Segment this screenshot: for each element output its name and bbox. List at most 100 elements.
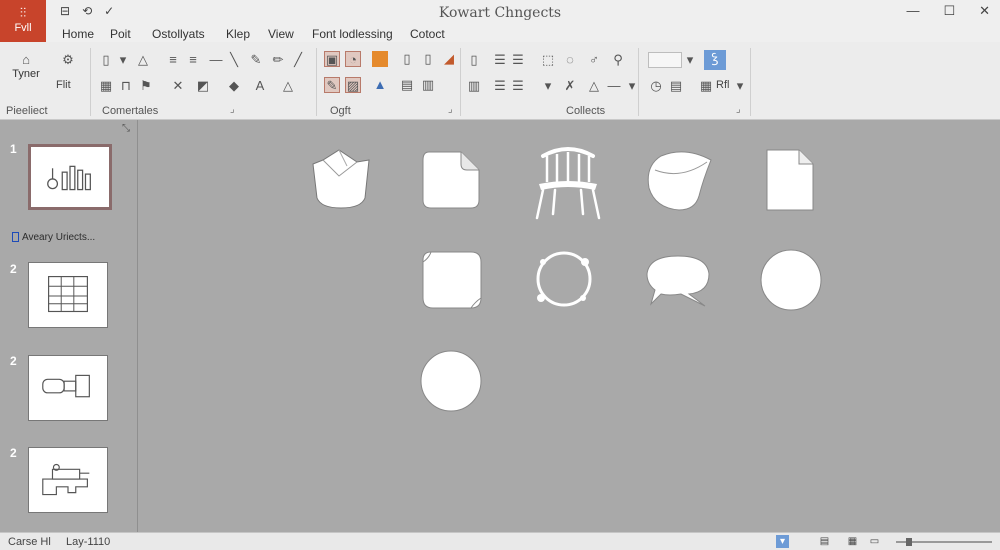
style-dropdown[interactable] [648, 52, 682, 68]
font-color-icon[interactable]: A [252, 78, 268, 94]
triangle-icon[interactable]: △ [135, 52, 151, 68]
align-icon[interactable]: ☰ [492, 78, 508, 94]
zoom-slider-thumb[interactable] [906, 538, 912, 546]
chevron-down-icon[interactable]: ▾ [732, 78, 748, 94]
chair-icon[interactable] [533, 144, 603, 220]
tab-klep[interactable]: Klep [226, 27, 250, 41]
tab-view[interactable]: View [268, 27, 294, 41]
collapse-pane-icon[interactable]: ⤡ [122, 123, 130, 134]
maximize-button[interactable]: ☐ [943, 3, 955, 19]
flag-icon[interactable]: ⚑ [138, 78, 154, 94]
slide-canvas[interactable] [139, 120, 1000, 532]
slide-number: 2 [10, 446, 17, 460]
align-left-icon[interactable]: ≡ [165, 52, 181, 68]
select-icon[interactable]: ⬚ [540, 52, 556, 68]
page-fold-icon[interactable]: ▯ [420, 51, 436, 67]
dialog-launcher-icon[interactable]: ⌟ [230, 104, 235, 115]
bucket-icon[interactable]: △ [586, 78, 602, 94]
file-tab[interactable]: ⫶⫶ Fvll [0, 0, 46, 42]
signature-icon[interactable]: ꝣ [704, 50, 726, 70]
tab-poit[interactable]: Poit [110, 27, 131, 41]
line-weight-icon[interactable]: — [606, 78, 622, 94]
slide-thumbnail-1[interactable] [28, 144, 112, 210]
align-dropdown-icon[interactable]: ▾ [540, 78, 556, 94]
status-bar: Carse Hl Lay-1110 ▾ ▤ ▦ ▭ [0, 532, 1000, 550]
x-icon[interactable]: ✕ [170, 78, 186, 94]
document-icon[interactable]: ▯ [98, 52, 114, 68]
chevron-down-icon[interactable]: ▾ [682, 52, 698, 68]
slide-number: 1 [10, 142, 17, 156]
save-doc-icon[interactable]: ▥ [420, 77, 436, 93]
align-down-icon[interactable]: ☰ [510, 78, 526, 94]
group-label-collects: Collects [566, 105, 606, 117]
notes-icon[interactable]: ▾ [776, 535, 789, 548]
document-stack-icon[interactable]: ▤ [399, 77, 415, 93]
orange-square-icon[interactable] [372, 51, 388, 67]
page-icon[interactable]: ▯ [399, 51, 415, 67]
reading-view-icon[interactable]: ▭ [868, 535, 881, 548]
document-corner-icon[interactable] [421, 150, 481, 210]
hook-icon[interactable]: ♂ [586, 52, 602, 68]
columns-icon[interactable]: ▥ [466, 78, 482, 94]
lines-icon[interactable]: ☰ [492, 52, 508, 68]
ribbon-separator [638, 48, 639, 116]
page-icon[interactable] [765, 148, 815, 212]
picture-icon[interactable]: ▨ [345, 77, 361, 93]
pencil-icon[interactable]: ✏ [270, 52, 286, 68]
tab-font-lodlessing[interactable]: Font lodlessing [312, 27, 393, 41]
mountain-icon[interactable]: ▲ [372, 77, 388, 93]
speech-bubble-icon[interactable] [645, 254, 711, 308]
circle-loop-icon[interactable] [533, 248, 595, 310]
align-right-icon[interactable]: ≡ [185, 52, 201, 68]
flit-label[interactable]: Flit [56, 79, 71, 91]
slide-thumbnail-3[interactable] [28, 355, 108, 421]
rect-icon[interactable]: ▯ [466, 52, 482, 68]
close-button[interactable]: ✕ [979, 3, 990, 19]
slide-sorter-icon[interactable]: ▦ [846, 535, 859, 548]
shapes-icon[interactable]: ◔ [345, 51, 361, 67]
slide-thumbnail-2[interactable] [28, 262, 108, 328]
group-label-comertales: Comertales [102, 105, 159, 117]
grid-icon[interactable]: ▦ [98, 78, 114, 94]
adjust-label[interactable]: Rfl [716, 79, 729, 91]
tab-home[interactable]: Home [62, 27, 94, 41]
circle-icon[interactable] [759, 249, 823, 311]
rounded-card-icon[interactable] [421, 250, 483, 310]
objects-link[interactable]: Aveary Uriects... [12, 232, 95, 243]
calc-icon[interactable]: ▤ [668, 78, 684, 94]
clock-icon[interactable]: ◷ [648, 78, 664, 94]
zoom-slider[interactable] [896, 538, 992, 546]
normal-view-icon[interactable]: ▤ [818, 535, 831, 548]
image-icon[interactable]: ▣ [324, 51, 340, 67]
fish-blob-icon[interactable] [645, 150, 713, 212]
pen-icon[interactable]: ✎ [248, 52, 264, 68]
dialog-launcher-icon[interactable]: ⌟ [448, 104, 453, 115]
split-icon[interactable]: ⊓ [118, 78, 134, 94]
lasso-icon[interactable]: ◌ [562, 52, 578, 68]
table-icon[interactable]: ▦ [698, 78, 714, 94]
shape-outline-icon[interactable]: △ [280, 78, 296, 94]
slide-thumbnail-4[interactable] [28, 447, 108, 513]
title-bar: ⊟ ⟲ ✓ Kowart Chngects — ☐ ✕ [0, 0, 1000, 25]
tyner-button[interactable]: ⌂ Tyner [8, 52, 44, 80]
tab-cotoct[interactable]: Cotoct [410, 27, 445, 41]
minimize-button[interactable]: — [906, 3, 919, 19]
lines-icon-2[interactable]: ☰ [510, 52, 526, 68]
folded-basket-icon[interactable] [309, 146, 375, 212]
circle-icon[interactable] [419, 350, 483, 412]
ribbon-separator [750, 48, 751, 116]
ribbon-separator [90, 48, 91, 116]
gear-icon[interactable]: ⚙ [60, 52, 76, 68]
edit-icon[interactable]: ✎ [324, 77, 340, 93]
dialog-launcher-icon[interactable]: ⌟ [736, 104, 741, 115]
brush-icon[interactable]: ╲ [226, 52, 242, 68]
paint-bucket-icon[interactable]: ◆ [226, 78, 242, 94]
line-icon[interactable]: ╱ [290, 52, 306, 68]
bookmark-icon[interactable]: ◢ [441, 51, 457, 67]
dash-icon[interactable]: — [208, 52, 224, 68]
wand-icon[interactable]: ⚲ [610, 52, 626, 68]
highlight-icon[interactable]: ◩ [195, 78, 211, 94]
clear-icon[interactable]: ✗ [562, 78, 578, 94]
tab-ostollyats[interactable]: Ostollyats [152, 27, 205, 41]
chevron-down-icon[interactable]: ▾ [115, 52, 131, 68]
